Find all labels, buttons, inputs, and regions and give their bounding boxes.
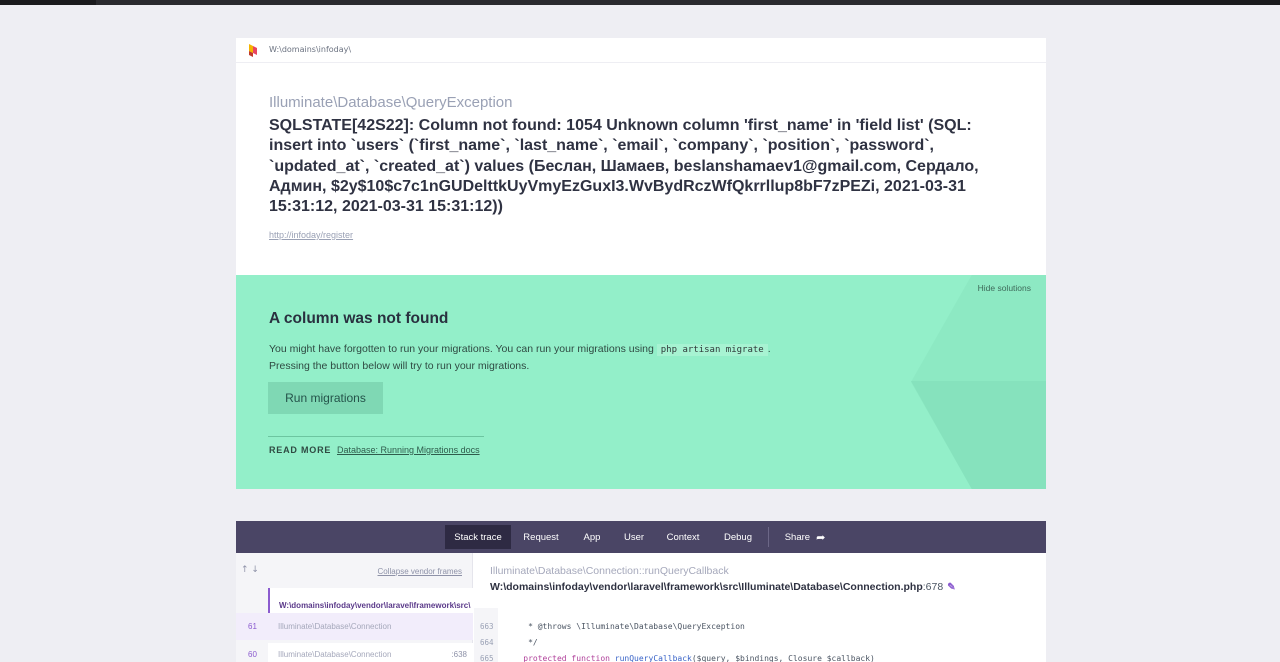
share-label: Share bbox=[784, 531, 811, 543]
card-header: W:\domains\infoday\ bbox=[236, 38, 1046, 63]
tab-divider bbox=[768, 527, 769, 547]
code-line: * @throws \Illuminate\Database\QueryExce… bbox=[504, 622, 745, 631]
tab-bar: Stack trace Request App User Context Deb… bbox=[236, 521, 1046, 553]
docs-link[interactable]: Database: Running Migrations docs bbox=[337, 445, 480, 455]
tab-app[interactable]: App bbox=[576, 525, 608, 549]
code-function: runQueryCallback bbox=[614, 654, 692, 662]
code-class: Illuminate\Database\Connection::runQuery… bbox=[490, 565, 729, 577]
code-file: W:\domains\infoday\vendor\laravel\framew… bbox=[490, 581, 956, 593]
share-arrow-icon: ➦ bbox=[816, 531, 826, 544]
code-header: Illuminate\Database\Connection::runQuery… bbox=[490, 565, 956, 593]
solution-text: You might have forgotten to run your mig… bbox=[269, 343, 657, 355]
code-args: ($query, $bindings, Closure $callback) bbox=[691, 654, 875, 662]
run-migrations-button[interactable]: Run migrations bbox=[268, 382, 383, 414]
exception-class: Illuminate\Database\QueryException bbox=[269, 94, 513, 111]
line-number: 665 bbox=[480, 654, 494, 662]
code-snippet: 663 * @throws \Illuminate\Database\Query… bbox=[474, 608, 1046, 662]
frame-line: :638 bbox=[451, 650, 467, 659]
line-number: 664 bbox=[480, 638, 494, 647]
decorative-shape bbox=[911, 381, 1046, 489]
collapse-vendor-frames-link[interactable]: Collapse vendor frames bbox=[378, 567, 462, 576]
stack-trace-panel: ↑ ↓ Collapse vendor frames W:\domains\in… bbox=[236, 553, 1046, 662]
read-more-label: READ MORE bbox=[269, 445, 332, 455]
frame-class: Illuminate\Database\Connection bbox=[278, 650, 392, 659]
solution-title: A column was not found bbox=[269, 310, 449, 327]
tab-stack-trace[interactable]: Stack trace bbox=[445, 525, 511, 549]
frame-row[interactable]: Illuminate\Database\Connection :638 bbox=[268, 643, 473, 662]
solution-text-line2: Pressing the button below will try to ru… bbox=[269, 360, 530, 372]
code-file-path: W:\domains\infoday\vendor\laravel\framew… bbox=[490, 581, 923, 593]
solution-description: You might have forgotten to run your mig… bbox=[269, 341, 771, 374]
tab-request[interactable]: Request bbox=[518, 525, 564, 549]
frames-list: ↑ ↓ Collapse vendor frames W:\domains\in… bbox=[236, 553, 473, 662]
edit-pencil-icon[interactable]: ✎ bbox=[947, 582, 955, 593]
frame-class: Illuminate\Database\Connection bbox=[278, 622, 392, 631]
hide-solutions-link[interactable]: Hide solutions bbox=[978, 283, 1031, 293]
code-line: protected function runQueryCallback($que… bbox=[504, 654, 875, 662]
share-button[interactable]: Share ➦ bbox=[780, 525, 830, 549]
frame-row-selected[interactable]: 61 Illuminate\Database\Connection bbox=[236, 613, 473, 640]
ignition-logo-icon bbox=[249, 44, 257, 57]
code-file-line: :678 bbox=[922, 581, 944, 593]
tab-debug[interactable]: Debug bbox=[716, 525, 760, 549]
frame-number: 60 bbox=[248, 650, 257, 659]
tab-context[interactable]: Context bbox=[660, 525, 706, 549]
project-path: W:\domains\infoday\ bbox=[269, 45, 352, 54]
tab-user[interactable]: User bbox=[619, 525, 649, 549]
browser-top-bar bbox=[0, 0, 1280, 5]
frame-number: 61 bbox=[248, 622, 257, 631]
sort-arrows-icon[interactable]: ↑ ↓ bbox=[241, 565, 259, 575]
frame-path: W:\domains\infoday\vendor\laravel\framew… bbox=[279, 601, 471, 610]
request-url-link[interactable]: http://infoday/register bbox=[269, 230, 353, 240]
divider bbox=[268, 436, 484, 437]
command-code: php artisan migrate bbox=[656, 344, 768, 356]
line-number: 663 bbox=[480, 622, 494, 631]
solution-text-end: . bbox=[767, 343, 771, 355]
code-line: */ bbox=[504, 638, 538, 647]
solution-panel: Hide solutions A column was not found Yo… bbox=[236, 275, 1046, 489]
exception-message: SQLSTATE[42S22]: Column not found: 1054 … bbox=[269, 117, 979, 216]
exception-card: W:\domains\infoday\ Illuminate\Database\… bbox=[236, 38, 1046, 276]
code-keyword: protected function bbox=[504, 654, 615, 662]
